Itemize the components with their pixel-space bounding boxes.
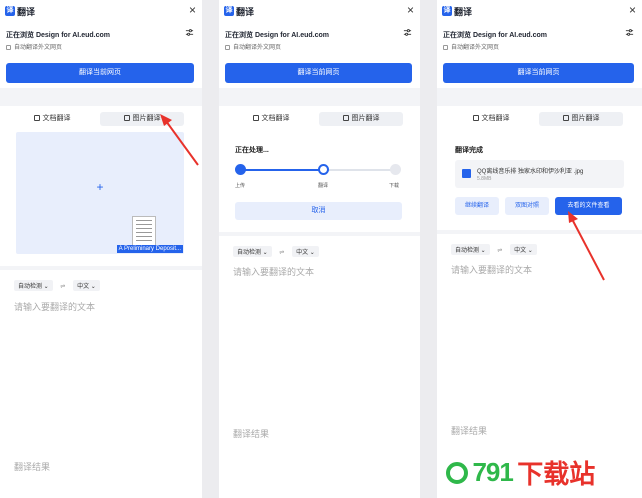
tab-doc-translate[interactable]: 文档翻译	[10, 112, 94, 126]
app-title: 翻译	[454, 7, 473, 17]
tab-bar: 文档翻译 图片翻译	[6, 112, 194, 126]
compare-images-button[interactable]: 双图对照	[505, 197, 549, 215]
document-icon	[33, 115, 40, 121]
site-line: 正在浏览 Design for AI.eud.com	[6, 32, 110, 39]
close-icon[interactable]: ×	[407, 3, 414, 17]
step-label: 上传	[235, 183, 246, 189]
panel-processing: 译 翻译 × 正在浏览 Design for AI.eud.com 自动翻译外文…	[219, 0, 420, 498]
file-name: QQ离线音乐排 独家水印和伊沙利亚 .jpg	[477, 169, 584, 175]
result-file[interactable]: QQ离线音乐排 独家水印和伊沙利亚 .jpg 5.8MB	[455, 160, 624, 188]
site-line: 正在浏览 Design for AI.eud.com	[443, 32, 547, 39]
progress-bar-done	[241, 169, 323, 171]
plus-icon: +	[96, 180, 104, 194]
translate-page-button[interactable]: 翻译当前网页	[225, 63, 412, 83]
text-input[interactable]: 请输入要翻译的文本	[233, 265, 314, 278]
step-upload-dot	[235, 164, 246, 175]
text-translate-card: 自动检测 ⌄ ⇌ 中文 ⌄ 请输入要翻译的文本 翻译结果	[225, 238, 412, 498]
app-title: 翻译	[17, 7, 36, 17]
source-language-select[interactable]: 自动检测 ⌄	[14, 280, 53, 291]
site-line: 正在浏览 Design for AI.eud.com	[225, 32, 329, 39]
image-file-icon	[462, 169, 471, 178]
continue-translate-button[interactable]: 继续翻译	[455, 197, 499, 215]
result-label: 翻译结果	[14, 462, 51, 472]
tab-doc-translate[interactable]: 文档翻译	[449, 112, 533, 126]
view-file-button[interactable]: 去看的文件查看	[555, 197, 622, 215]
tab-bar: 文档翻译 图片翻译	[443, 112, 634, 126]
auto-translate-toggle[interactable]: 自动翻译外文网页	[225, 42, 281, 51]
watermark-logo-icon	[446, 461, 468, 484]
swap-icon[interactable]: ⇌	[60, 283, 65, 290]
file-size: 5.8MB	[477, 176, 492, 182]
auto-translate-toggle[interactable]: 自动翻译外文网页	[6, 42, 62, 51]
app-logo-icon: 译	[5, 6, 15, 16]
translate-card: 文档翻译 图片翻译 翻译完成 QQ离线音乐排 独家水印和伊沙利亚 .jpg 5.…	[443, 108, 634, 228]
step-label: 翻译	[318, 183, 329, 189]
target-language-select[interactable]: 中文 ⌄	[510, 244, 537, 255]
close-icon[interactable]: ×	[189, 3, 196, 17]
divider	[437, 88, 642, 106]
panel-complete: 译 翻译 × 正在浏览 Design for AI.eud.com 自动翻译外文…	[437, 0, 642, 498]
site-watermark: 791 下载站	[446, 454, 595, 491]
settings-icon[interactable]	[185, 28, 194, 37]
image-icon	[123, 115, 130, 121]
app-title: 翻译	[236, 7, 255, 17]
language-row: 自动检测 ⌄ ⇌ 中文 ⌄	[233, 246, 319, 257]
text-input[interactable]: 请输入要翻译的文本	[14, 300, 95, 313]
progress-bar-remaining	[323, 169, 397, 171]
panel-image-upload: 译 翻译 × 正在浏览 Design for AI.eud.com 自动翻译外文…	[0, 0, 202, 498]
step-label: 下载	[389, 183, 400, 189]
step-download-dot	[390, 164, 401, 175]
settings-icon[interactable]	[625, 28, 634, 37]
source-language-select[interactable]: 自动检测 ⌄	[233, 246, 272, 257]
checkbox-icon	[225, 44, 230, 50]
image-dropzone[interactable]: + A Preliminary Deposit...	[16, 132, 184, 254]
header: 译 翻译 ×	[437, 0, 642, 24]
swap-icon[interactable]: ⇌	[497, 247, 502, 254]
checkbox-icon	[443, 44, 448, 50]
swap-icon[interactable]: ⇌	[279, 249, 284, 256]
divider	[0, 88, 202, 106]
translate-card: 文档翻译 图片翻译 + A Preliminary Deposit...	[6, 108, 194, 264]
app-logo-icon: 译	[442, 6, 452, 16]
image-icon	[342, 115, 349, 121]
complete-title: 翻译完成	[455, 147, 483, 154]
document-icon	[252, 115, 259, 121]
image-icon	[562, 115, 569, 121]
thumbnail-label: A Preliminary Deposit...	[116, 245, 183, 253]
tab-image-translate[interactable]: 图片翻译	[319, 112, 403, 126]
translate-page-button[interactable]: 翻译当前网页	[6, 63, 194, 83]
result-label: 翻译结果	[233, 429, 270, 439]
watermark-number: 791	[472, 457, 513, 487]
processing-title: 正在处理...	[235, 147, 269, 154]
app-logo-icon: 译	[224, 6, 234, 16]
target-language-select[interactable]: 中文 ⌄	[292, 246, 319, 257]
step-translate-dot	[318, 164, 329, 175]
translate-card: 文档翻译 图片翻译 正在处理... 上传 翻译 下载 取消	[225, 108, 412, 230]
header: 译 翻译 ×	[219, 0, 420, 24]
tab-image-translate[interactable]: 图片翻译	[100, 112, 184, 126]
language-row: 自动检测 ⌄ ⇌ 中文 ⌄	[451, 244, 537, 255]
auto-translate-toggle[interactable]: 自动翻译外文网页	[443, 42, 499, 51]
translate-page-button[interactable]: 翻译当前网页	[443, 63, 634, 83]
language-row: 自动检测 ⌄ ⇌ 中文 ⌄	[14, 280, 100, 291]
tab-image-translate[interactable]: 图片翻译	[539, 112, 623, 126]
checkbox-icon	[6, 44, 11, 50]
text-input[interactable]: 请输入要翻译的文本	[451, 263, 532, 276]
document-icon	[472, 115, 479, 121]
tab-bar: 文档翻译 图片翻译	[225, 112, 412, 126]
cancel-button[interactable]: 取消	[235, 202, 402, 220]
result-label: 翻译结果	[451, 426, 488, 436]
source-language-select[interactable]: 自动检测 ⌄	[451, 244, 490, 255]
image-thumbnail	[132, 216, 156, 246]
divider	[219, 88, 420, 106]
settings-icon[interactable]	[403, 28, 412, 37]
header: 译 翻译 ×	[0, 0, 202, 24]
watermark-text: 下载站	[517, 459, 596, 489]
tab-doc-translate[interactable]: 文档翻译	[229, 112, 313, 126]
target-language-select[interactable]: 中文 ⌄	[73, 280, 100, 291]
close-icon[interactable]: ×	[629, 3, 636, 17]
text-translate-card: 自动检测 ⌄ ⇌ 中文 ⌄ 请输入要翻译的文本 翻译结果	[6, 272, 194, 498]
